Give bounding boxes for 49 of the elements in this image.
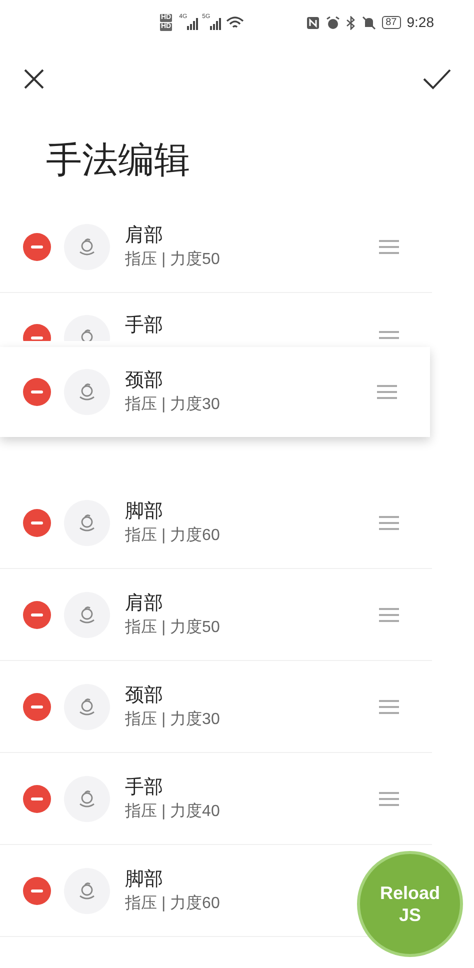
alarm-icon bbox=[326, 16, 340, 30]
remove-icon[interactable] bbox=[23, 600, 51, 628]
mute-bell-icon bbox=[362, 16, 376, 30]
remove-icon[interactable] bbox=[23, 324, 51, 341]
drag-handle-icon[interactable] bbox=[377, 384, 397, 400]
item-subtitle: 指压 | 力度50 bbox=[125, 250, 221, 270]
item-subtitle: 指压 | 力度30 bbox=[125, 710, 221, 730]
massage-icon bbox=[79, 698, 95, 716]
drag-handle-icon[interactable] bbox=[379, 238, 399, 254]
drag-handle-icon[interactable] bbox=[379, 606, 399, 622]
item-subtitle: 指压 | 力度30 bbox=[125, 394, 221, 415]
massage-icon bbox=[79, 606, 95, 624]
remove-icon[interactable] bbox=[23, 378, 51, 406]
remove-icon[interactable] bbox=[23, 232, 51, 260]
status-time: 9:28 bbox=[406, 13, 434, 32]
nfc-icon bbox=[306, 16, 320, 30]
dragged-row[interactable]: 颈部 指压 | 力度30 bbox=[0, 347, 430, 437]
item-title: 颈部 bbox=[125, 684, 164, 708]
remove-icon[interactable] bbox=[23, 692, 51, 720]
bluetooth-icon bbox=[346, 16, 356, 30]
item-title: 肩部 bbox=[125, 592, 164, 616]
remove-icon[interactable] bbox=[23, 784, 51, 812]
page-title: 手法编辑 bbox=[46, 142, 190, 178]
battery-indicator: 87 bbox=[382, 16, 401, 29]
drag-handle-icon[interactable] bbox=[379, 790, 399, 806]
massage-icon bbox=[79, 882, 95, 900]
item-title: 手部 bbox=[125, 776, 164, 800]
drag-handle-icon[interactable] bbox=[379, 330, 399, 340]
signal-icon bbox=[210, 18, 222, 30]
drag-handle-icon[interactable] bbox=[379, 514, 399, 530]
item-subtitle: 指压 | 力度40 bbox=[125, 802, 221, 822]
item-title: 脚部 bbox=[125, 868, 164, 892]
wifi-icon bbox=[226, 16, 244, 30]
item-title: 手部 bbox=[125, 314, 164, 338]
remove-icon[interactable] bbox=[23, 876, 51, 904]
drag-handle-icon[interactable] bbox=[379, 698, 399, 714]
item-title: 脚部 bbox=[125, 500, 164, 524]
item-subtitle: 指压 | 力度50 bbox=[125, 618, 221, 638]
massage-icon bbox=[79, 238, 95, 256]
massage-icon bbox=[79, 790, 95, 808]
signal-icon bbox=[187, 18, 200, 30]
item-subtitle: 指压 | 力度60 bbox=[125, 526, 221, 546]
close-icon[interactable] bbox=[22, 67, 46, 91]
item-title: 肩部 bbox=[125, 224, 164, 248]
massage-icon bbox=[79, 514, 95, 532]
massage-icon bbox=[79, 383, 95, 401]
remove-icon[interactable] bbox=[23, 508, 51, 536]
item-title: 颈部 bbox=[125, 369, 164, 393]
check-icon[interactable] bbox=[422, 67, 452, 91]
